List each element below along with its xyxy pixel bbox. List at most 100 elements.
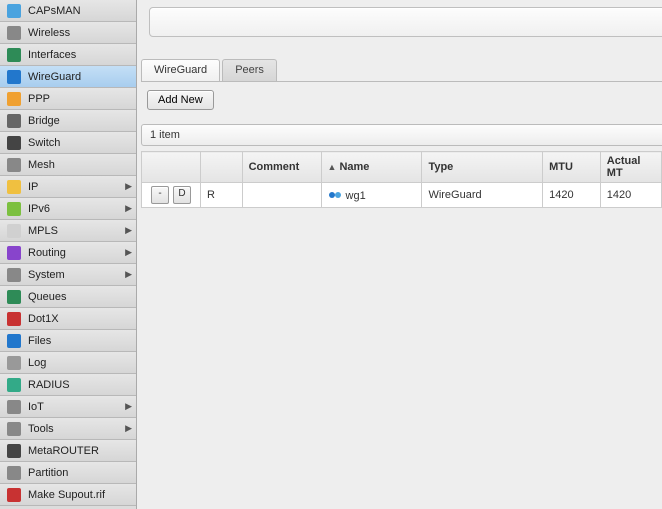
sort-asc-icon: ▲	[328, 162, 337, 172]
make-supout-rif-icon	[6, 487, 22, 503]
system-icon	[6, 267, 22, 283]
mpls-icon	[6, 223, 22, 239]
add-new-button[interactable]: Add New	[147, 90, 214, 110]
sidebar-item-capsman[interactable]: CAPsMAN	[0, 0, 136, 22]
col-comment[interactable]: Comment	[242, 152, 321, 183]
sidebar-item-mpls[interactable]: MPLS▶	[0, 220, 136, 242]
ppp-icon	[6, 91, 22, 107]
ip-icon	[6, 179, 22, 195]
sidebar-item-radius[interactable]: RADIUS	[0, 374, 136, 396]
wireguard-icon	[328, 188, 342, 202]
sidebar-item-queues[interactable]: Queues	[0, 286, 136, 308]
metarouter-icon	[6, 443, 22, 459]
disable-button[interactable]: -	[151, 186, 169, 204]
item-count-bar: 1 item	[141, 124, 662, 146]
ipv6-icon	[6, 201, 22, 217]
switch-icon	[6, 135, 22, 151]
sidebar-item-label: Partition	[28, 467, 132, 479]
sidebar-item-label: Switch	[28, 137, 132, 149]
row-name: wg1	[346, 190, 366, 202]
col-actions	[142, 152, 201, 183]
sidebar-item-label: Log	[28, 357, 132, 369]
sidebar-item-label: System	[28, 269, 122, 281]
sidebar-item-tools[interactable]: Tools▶	[0, 418, 136, 440]
sidebar-item-label: IoT	[28, 401, 122, 413]
sidebar-item-system[interactable]: System▶	[0, 264, 136, 286]
sidebar-item-label: IPv6	[28, 203, 122, 215]
table-row[interactable]: - D R wg1 WireGuard 1420 1420	[142, 183, 662, 208]
sidebar-item-label: Dot1X	[28, 313, 132, 325]
log-icon	[6, 355, 22, 371]
chevron-right-icon: ▶	[122, 247, 132, 258]
sidebar-item-label: PPP	[28, 93, 132, 105]
interfaces-table: Comment ▲Name Type MTU Actual MT - D R	[141, 151, 662, 208]
bridge-icon	[6, 113, 22, 129]
sidebar-item-label: MetaROUTER	[28, 445, 132, 457]
row-actual-mtu: 1420	[600, 183, 661, 208]
sidebar-item-dot1x[interactable]: Dot1X	[0, 308, 136, 330]
dot1x-icon	[6, 311, 22, 327]
col-type[interactable]: Type	[422, 152, 543, 183]
sidebar-item-ppp[interactable]: PPP	[0, 88, 136, 110]
sidebar-item-bridge[interactable]: Bridge	[0, 110, 136, 132]
sidebar-item-files[interactable]: Files	[0, 330, 136, 352]
sidebar-item-wireguard[interactable]: WireGuard	[0, 66, 136, 88]
sidebar-item-label: Make Supout.rif	[28, 489, 132, 501]
table-header-row: Comment ▲Name Type MTU Actual MT	[142, 152, 662, 183]
content-pane: WireGuard Peers Add New 1 item Comment ▲…	[137, 0, 662, 509]
toolbar: Add New	[147, 90, 662, 110]
sidebar-item-label: MPLS	[28, 225, 122, 237]
mesh-icon	[6, 157, 22, 173]
col-actual-mtu[interactable]: Actual MT	[600, 152, 661, 183]
chevron-right-icon: ▶	[122, 225, 132, 236]
sidebar-item-label: Routing	[28, 247, 122, 259]
chevron-right-icon: ▶	[122, 269, 132, 280]
sidebar-item-wireless[interactable]: Wireless	[0, 22, 136, 44]
command-bar[interactable]	[149, 7, 662, 37]
chevron-right-icon: ▶	[122, 181, 132, 192]
routing-icon	[6, 245, 22, 261]
sidebar-item-label: Bridge	[28, 115, 132, 127]
tabs: WireGuard Peers	[141, 59, 662, 82]
sidebar-item-label: Wireless	[28, 27, 132, 39]
sidebar-item-label: Interfaces	[28, 49, 132, 61]
col-name[interactable]: ▲Name	[321, 152, 422, 183]
row-type: WireGuard	[422, 183, 543, 208]
row-comment	[242, 183, 321, 208]
sidebar-item-ip[interactable]: IP▶	[0, 176, 136, 198]
sidebar-item-switch[interactable]: Switch	[0, 132, 136, 154]
tab-wireguard[interactable]: WireGuard	[141, 59, 220, 81]
sidebar-item-label: Queues	[28, 291, 132, 303]
sidebar-item-iot[interactable]: IoT▶	[0, 396, 136, 418]
sidebar-item-metarouter[interactable]: MetaROUTER	[0, 440, 136, 462]
chevron-right-icon: ▶	[122, 401, 132, 412]
sidebar-item-log[interactable]: Log	[0, 352, 136, 374]
tab-peers[interactable]: Peers	[222, 59, 277, 81]
sidebar-item-routing[interactable]: Routing▶	[0, 242, 136, 264]
sidebar-item-label: Tools	[28, 423, 122, 435]
col-mtu[interactable]: MTU	[543, 152, 601, 183]
sidebar-item-ipv6[interactable]: IPv6▶	[0, 198, 136, 220]
sidebar-item-partition[interactable]: Partition	[0, 462, 136, 484]
item-count-text: 1 item	[150, 129, 180, 141]
iot-icon	[6, 399, 22, 415]
row-name-cell[interactable]: wg1	[321, 183, 422, 208]
queues-icon	[6, 289, 22, 305]
row-actions: - D	[148, 183, 194, 207]
sidebar-item-interfaces[interactable]: Interfaces	[0, 44, 136, 66]
sidebar-item-mesh[interactable]: Mesh	[0, 154, 136, 176]
sidebar-item-label: CAPsMAN	[28, 5, 132, 17]
row-flag: R	[201, 183, 243, 208]
sidebar-item-label: Mesh	[28, 159, 132, 171]
partition-icon	[6, 465, 22, 481]
sidebar-item-label: WireGuard	[28, 71, 132, 83]
wireless-icon	[6, 25, 22, 41]
delete-button[interactable]: D	[173, 186, 191, 204]
sidebar: CAPsMAN Wireless Interfaces WireGuard PPP Bri…	[0, 0, 137, 509]
tools-icon	[6, 421, 22, 437]
files-icon	[6, 333, 22, 349]
chevron-right-icon: ▶	[122, 203, 132, 214]
sidebar-item-label: Files	[28, 335, 132, 347]
sidebar-item-label: IP	[28, 181, 122, 193]
sidebar-item-make-supout-rif[interactable]: Make Supout.rif	[0, 484, 136, 506]
